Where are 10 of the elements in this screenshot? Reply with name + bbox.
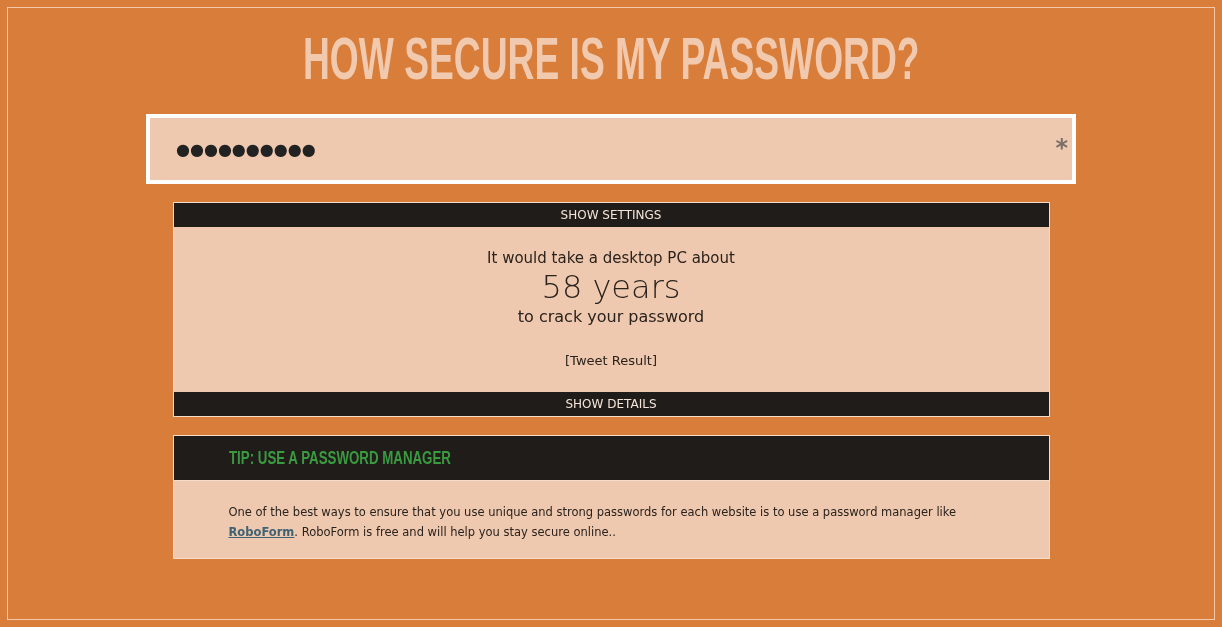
tweet-result-link[interactable]: [Tweet Result] [565, 350, 657, 371]
show-details-toggle[interactable]: SHOW DETAILS [173, 391, 1049, 416]
page-title: HOW SECURE IS MY PASSWORD? [302, 26, 920, 92]
tip-heading: TIP: USE A PASSWORD MANAGER [228, 445, 451, 470]
crack-time: 58 years [540, 269, 682, 305]
asterisk-marker: * [1055, 136, 1068, 160]
result-intro: It would take a desktop PC about [486, 248, 736, 269]
tip-text: One of the best ways to ensure that you use unique and strong passwords for each website is to use a password manager like RoboForm. RoboForm is free and will help you stay secure online.. [228, 504, 958, 541]
show-settings-toggle[interactable]: SHOW SETTINGS [173, 203, 1049, 227]
result-outro: to crack your password [516, 305, 706, 328]
